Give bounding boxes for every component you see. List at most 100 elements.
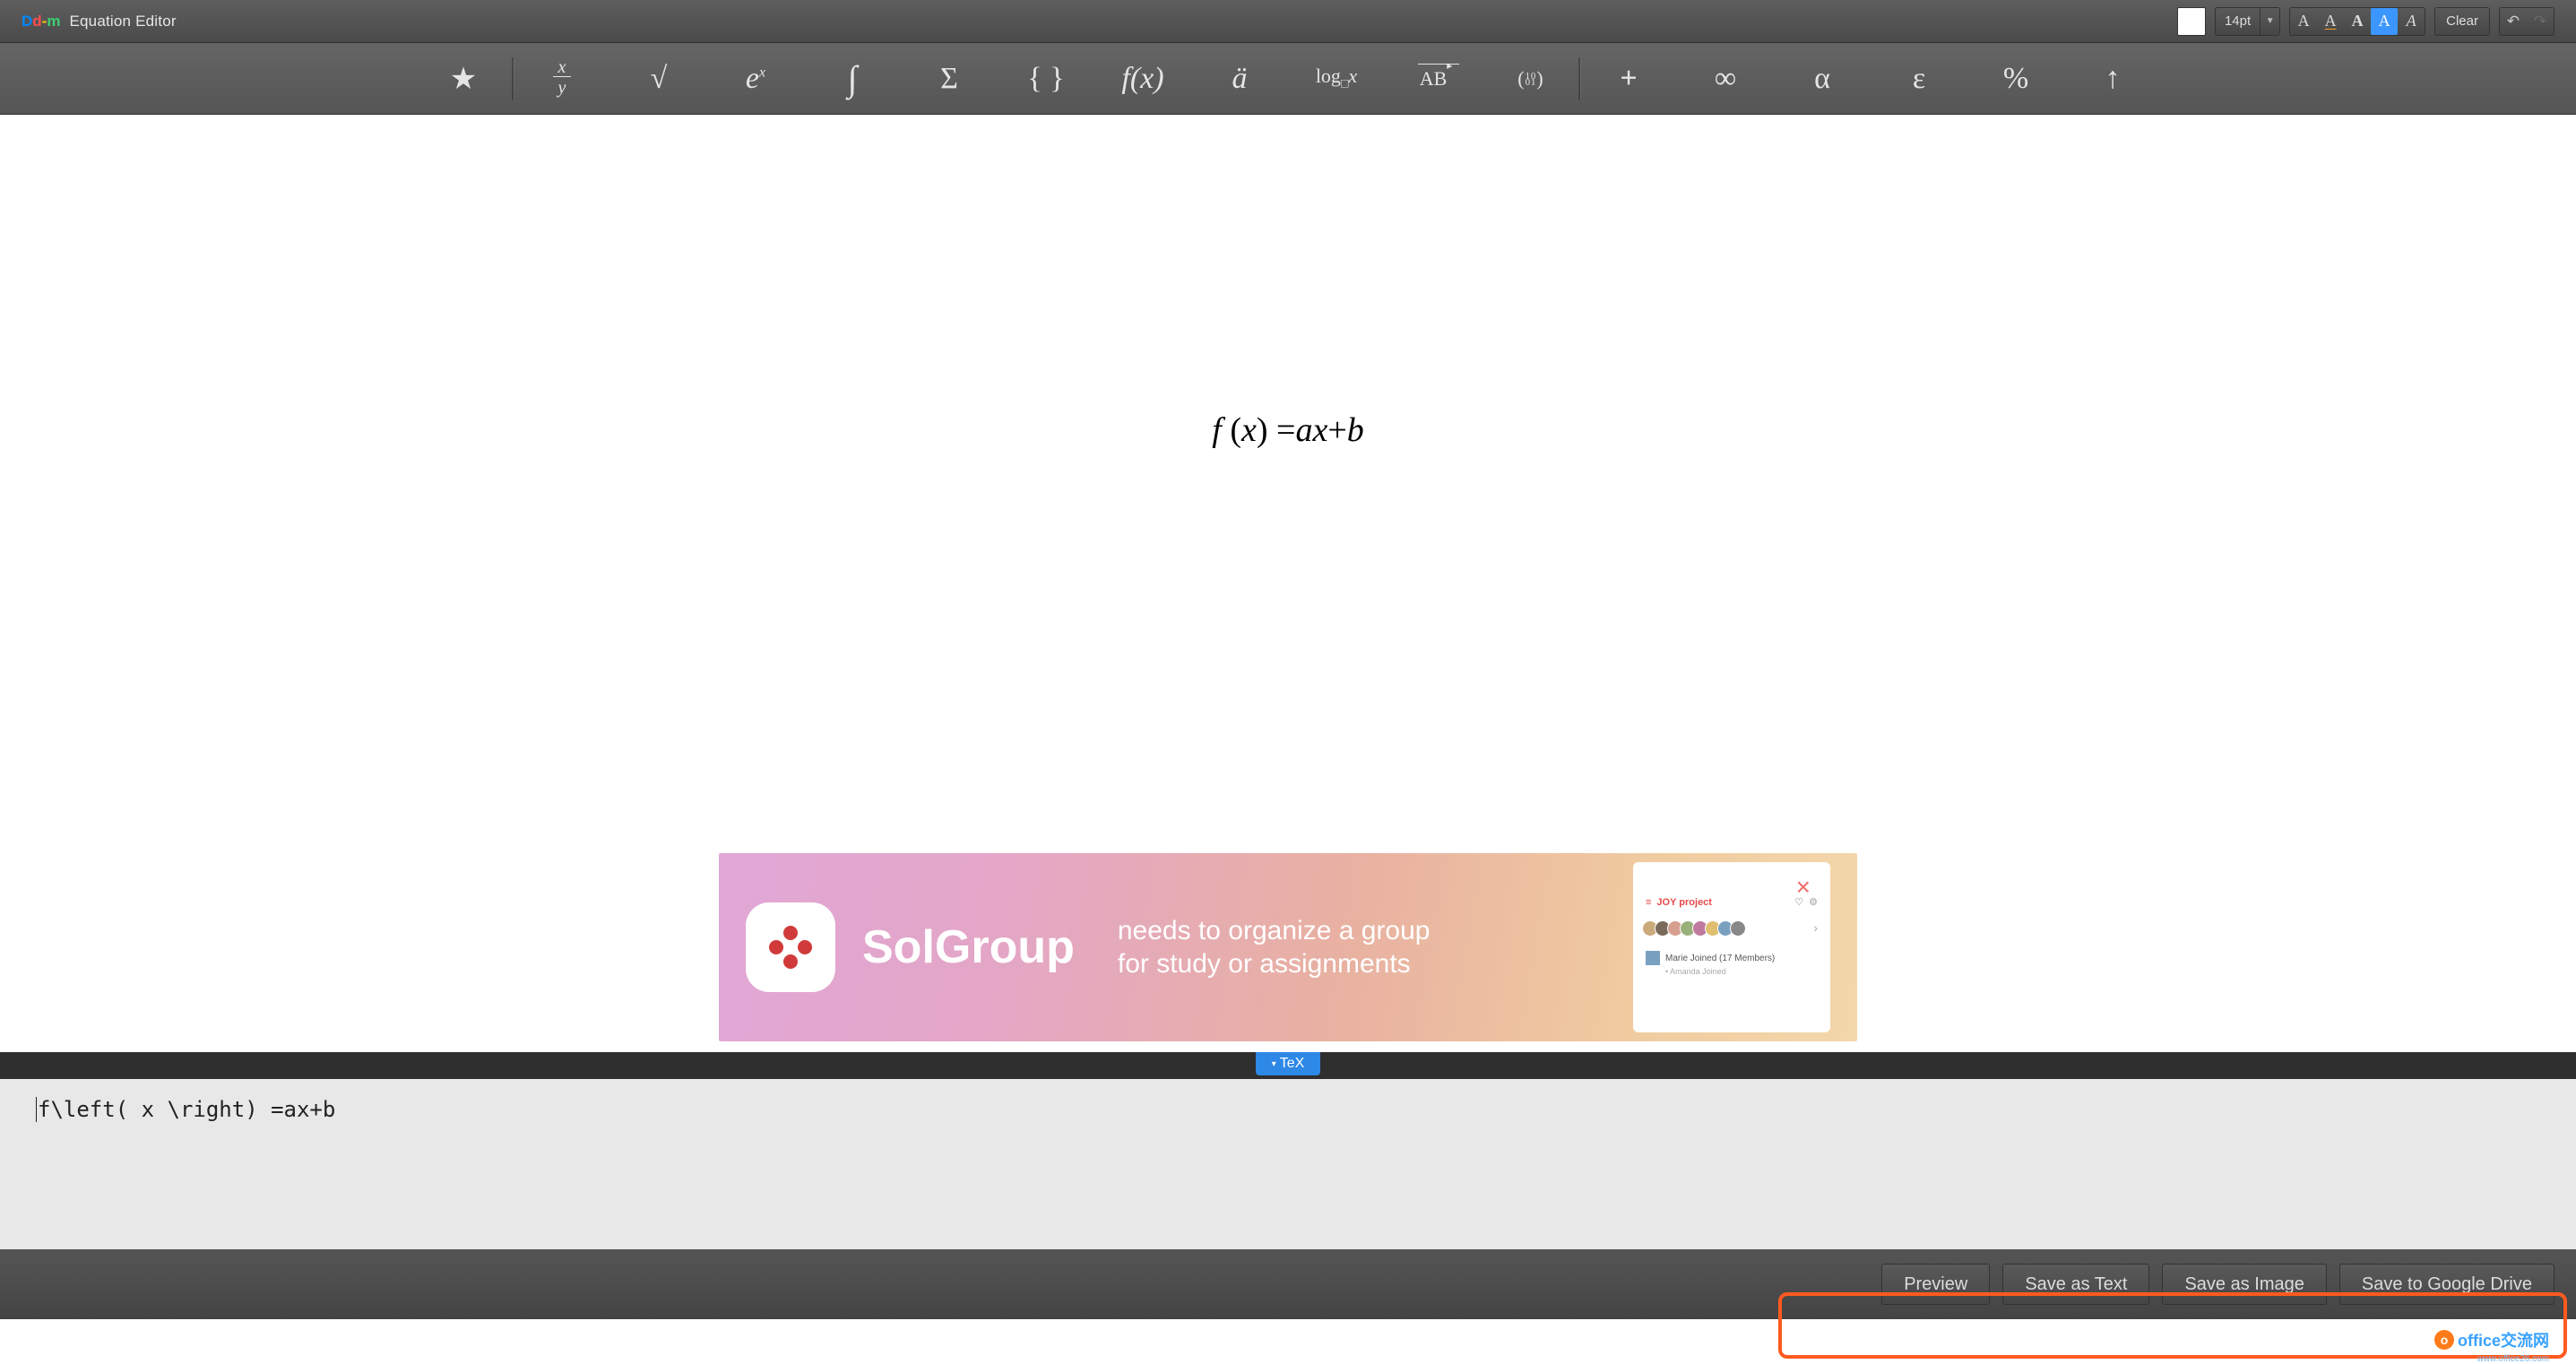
footer-bar: Preview Save as Text Save as Image Save … [0, 1249, 2576, 1319]
header-right: 14pt ▼ A A A A A Clear ↶ ↷ [2177, 7, 2554, 36]
log-button[interactable]: log□x [1288, 43, 1385, 115]
infinity-button[interactable]: ∞ [1677, 43, 1774, 115]
ad-line2: for study or assignments [1118, 947, 1431, 981]
color-swatch-button[interactable] [2177, 7, 2206, 36]
exponent-button[interactable]: ex [707, 43, 804, 115]
ad-logo [746, 902, 835, 992]
tex-bar: ▾ TeX [0, 1052, 2576, 1079]
infinity-icon: ∞ [1715, 62, 1736, 96]
favorites-button[interactable]: ★ [415, 43, 512, 115]
vector-icon: AB▸ [1420, 67, 1448, 91]
ad-line1: needs to organize a group [1118, 914, 1431, 948]
percent-icon: % [2003, 62, 2028, 96]
redo-icon: ↷ [2527, 8, 2554, 35]
chevron-down-icon[interactable]: ▼ [2260, 7, 2279, 36]
save-to-google-drive-button[interactable]: Save to Google Drive [2339, 1264, 2554, 1305]
clear-button[interactable]: Clear [2434, 7, 2490, 36]
summation-icon: Σ [940, 62, 958, 96]
undo-redo-group: ↶ ↷ [2499, 7, 2554, 36]
eq-rparen: ) [1257, 411, 1268, 449]
avatar-icon [1646, 951, 1660, 965]
eq-f: f [1212, 411, 1222, 449]
style-italic-a[interactable]: A [2398, 8, 2425, 35]
eq-a: a [1295, 411, 1312, 449]
alpha-icon: α [1814, 62, 1830, 96]
save-as-text-button[interactable]: Save as Text [2002, 1264, 2149, 1305]
fraction-button[interactable]: xy [514, 43, 610, 115]
font-size-value: 14pt [2216, 13, 2260, 29]
matrix-icon: (1 00 1) [1517, 67, 1542, 91]
preview-button[interactable]: Preview [1881, 1264, 1990, 1305]
chevron-right-icon: › [1813, 920, 1818, 937]
eq-x: x [1241, 411, 1257, 449]
function-button[interactable]: f(x) [1094, 43, 1191, 115]
style-highlight-a[interactable]: A [2371, 8, 2398, 35]
brackets-button[interactable]: { } [998, 43, 1094, 115]
plus-button[interactable]: + [1580, 43, 1677, 115]
ad-amanda-row: • Amanda Joined [1665, 967, 1818, 976]
equation-toolbar: ★ xy √ ex ∫ Σ { } f(x) ä log□x AB▸ (1 00… [0, 43, 2576, 115]
star-icon: ★ [450, 61, 477, 97]
watermark-url: www.office26.com [2477, 1354, 2549, 1364]
triangle-down-icon: ▾ [1272, 1059, 1276, 1069]
ad-subtext: needs to organize a group for study or a… [1118, 914, 1431, 981]
ad-avatars: › [1646, 920, 1818, 937]
exponent-icon: ex [746, 62, 765, 96]
tex-tab-label: TeX [1280, 1056, 1305, 1072]
eq-x2: x [1312, 411, 1327, 449]
ad-brand: SolGroup [862, 920, 1075, 974]
watermark-icon: o [2434, 1330, 2454, 1350]
accent-icon: ä [1232, 62, 1248, 96]
ad-preview-title: JOY project [1656, 897, 1712, 908]
matrix-button[interactable]: (1 00 1) [1482, 43, 1578, 115]
function-icon: f(x) [1121, 62, 1163, 96]
integral-icon: ∫ [848, 57, 858, 99]
style-color-a[interactable]: A [2290, 8, 2317, 35]
fraction-icon: xy [553, 58, 572, 99]
ad-preview-pane: × ≡ JOY project ♡ ⚙ › Marie Joined ( [1633, 862, 1830, 1032]
integral-button[interactable]: ∫ [804, 43, 901, 115]
equation-canvas[interactable]: f (x) =ax+b SolGroup needs to organize a… [0, 115, 2576, 1052]
arrow-up-icon: ↑ [2105, 62, 2121, 96]
tex-source-input[interactable]: f\left( x \right) =ax+b [0, 1079, 2576, 1249]
watermark-text: office交流网 [2458, 1328, 2549, 1351]
rendered-equation: f (x) =ax+b [1212, 410, 1364, 450]
ad-marie-text: Marie Joined (17 Members) [1665, 954, 1775, 963]
daum-logo: Dd-m [22, 13, 60, 30]
style-underline-a[interactable]: A [2317, 8, 2344, 35]
vector-button[interactable]: AB▸ [1385, 43, 1482, 115]
summation-button[interactable]: Σ [901, 43, 998, 115]
log-icon: log□x [1316, 65, 1357, 91]
undo-icon[interactable]: ↶ [2500, 8, 2527, 35]
close-icon[interactable]: × [1796, 873, 1811, 902]
percent-button[interactable]: % [1967, 43, 2064, 115]
root-button[interactable]: √ [610, 43, 707, 115]
eq-plus: + [1327, 411, 1346, 449]
app-title: Equation Editor [69, 13, 176, 30]
eq-lparen: ( [1230, 411, 1241, 449]
alpha-button[interactable]: α [1774, 43, 1871, 115]
ad-marie-row: Marie Joined (17 Members) [1646, 951, 1818, 965]
ad-banner[interactable]: SolGroup needs to organize a group for s… [719, 853, 1857, 1041]
ad-preview-title-row: ≡ JOY project ♡ ⚙ [1646, 896, 1818, 908]
epsilon-icon: ε [1913, 62, 1925, 96]
text-style-group: A A A A A [2289, 7, 2425, 36]
solgroup-icon [764, 920, 817, 974]
root-icon: √ [651, 62, 668, 96]
plus-icon: + [1620, 62, 1637, 96]
header-left: Dd-m Equation Editor [22, 13, 177, 30]
brackets-icon: { } [1027, 62, 1064, 96]
font-size-selector[interactable]: 14pt ▼ [2215, 7, 2280, 36]
header-bar: Dd-m Equation Editor 14pt ▼ A A A A A Cl… [0, 0, 2576, 43]
save-as-image-button[interactable]: Save as Image [2162, 1264, 2326, 1305]
epsilon-button[interactable]: ε [1871, 43, 1967, 115]
ad-amanda-text: Amanda Joined [1670, 967, 1726, 976]
style-bold-a[interactable]: A [2344, 8, 2371, 35]
hamburger-icon: ≡ [1646, 897, 1651, 908]
arrow-up-button[interactable]: ↑ [2064, 43, 2161, 115]
accent-button[interactable]: ä [1191, 43, 1288, 115]
eq-equals: = [1276, 411, 1295, 449]
tex-source-text: f\left( x \right) =ax+b [38, 1097, 335, 1122]
watermark: o office交流网 www.office26.com [2434, 1328, 2549, 1351]
tex-tab[interactable]: ▾ TeX [1256, 1052, 1321, 1075]
